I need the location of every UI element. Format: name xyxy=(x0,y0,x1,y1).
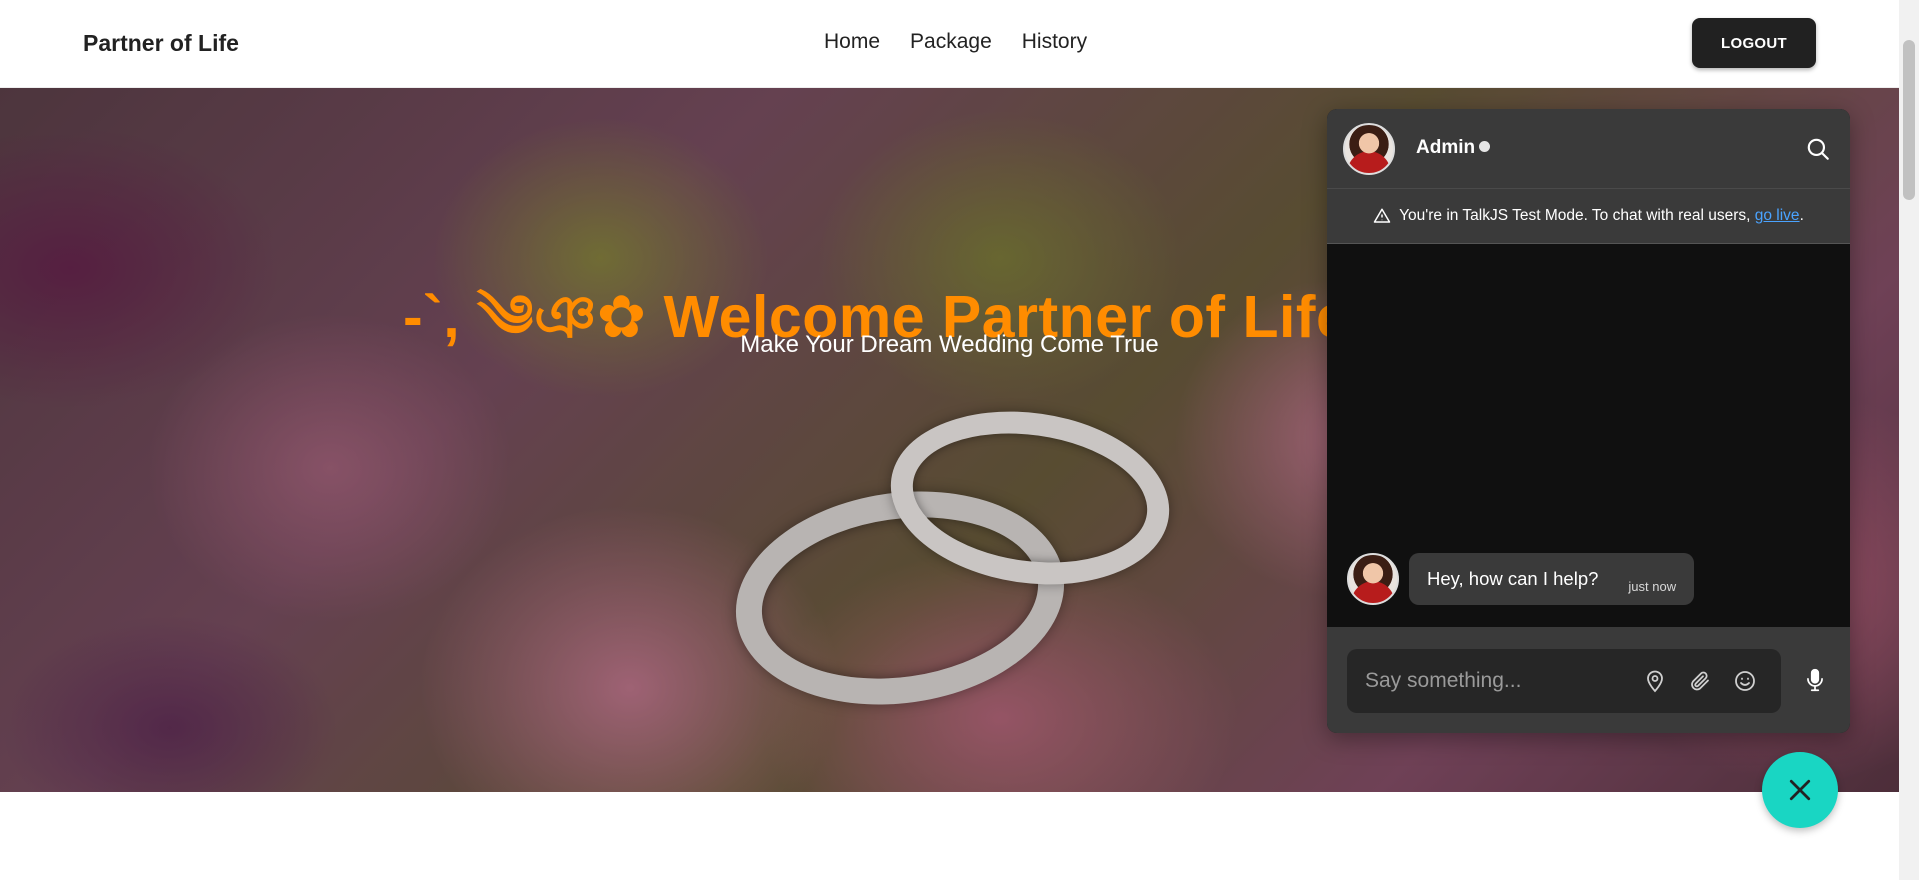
emoji-icon[interactable] xyxy=(1733,669,1757,693)
microphone-icon[interactable] xyxy=(1802,667,1828,693)
sender-avatar xyxy=(1347,553,1399,605)
scrollbar-thumb[interactable] xyxy=(1903,40,1915,200)
location-pin-icon[interactable] xyxy=(1643,669,1667,693)
message-timestamp: just now xyxy=(1628,578,1677,594)
message-input-box xyxy=(1347,649,1781,713)
logout-button[interactable]: LOGOUT xyxy=(1692,18,1816,68)
hero-subtitle: Make Your Dream Wedding Come True xyxy=(740,331,1159,358)
go-live-link[interactable]: go live xyxy=(1755,207,1800,224)
chat-header: Admin xyxy=(1327,109,1850,188)
nav-link-history[interactable]: History xyxy=(1022,30,1087,54)
message-composer xyxy=(1327,627,1850,733)
chat-contact-label: Admin xyxy=(1416,137,1476,158)
navbar: Partner of Life Home Package History LOG… xyxy=(0,0,1899,88)
brand-logo[interactable]: Partner of Life xyxy=(83,30,239,57)
nav-links: Home Package History xyxy=(824,30,1087,54)
warning-icon xyxy=(1373,208,1391,223)
test-mode-text: You're in TalkJS Test Mode. To chat with… xyxy=(1399,207,1804,225)
test-mode-message: You're in TalkJS Test Mode. To chat with… xyxy=(1399,207,1755,224)
online-status-dot xyxy=(1479,141,1491,152)
message-input[interactable] xyxy=(1365,649,1625,713)
message-row: Hey, how can I help? just now xyxy=(1347,553,1695,605)
close-chat-button[interactable] xyxy=(1762,752,1838,828)
search-icon[interactable] xyxy=(1805,136,1831,162)
message-text: Hey, how can I help? xyxy=(1427,568,1599,589)
chat-contact-name: Admin xyxy=(1416,137,1491,159)
chat-popup: Admin You're in TalkJS Test Mode. To cha… xyxy=(1327,109,1850,733)
test-mode-banner: You're in TalkJS Test Mode. To chat with… xyxy=(1327,188,1850,244)
admin-avatar xyxy=(1343,123,1395,175)
paperclip-icon[interactable] xyxy=(1688,669,1712,693)
close-icon xyxy=(1789,779,1811,801)
nav-link-package[interactable]: Package xyxy=(910,30,992,54)
test-mode-suffix: . xyxy=(1799,207,1804,224)
message-bubble[interactable]: Hey, how can I help? just now xyxy=(1409,553,1695,605)
page-scrollbar[interactable] xyxy=(1899,0,1919,880)
nav-link-home[interactable]: Home xyxy=(824,30,880,54)
